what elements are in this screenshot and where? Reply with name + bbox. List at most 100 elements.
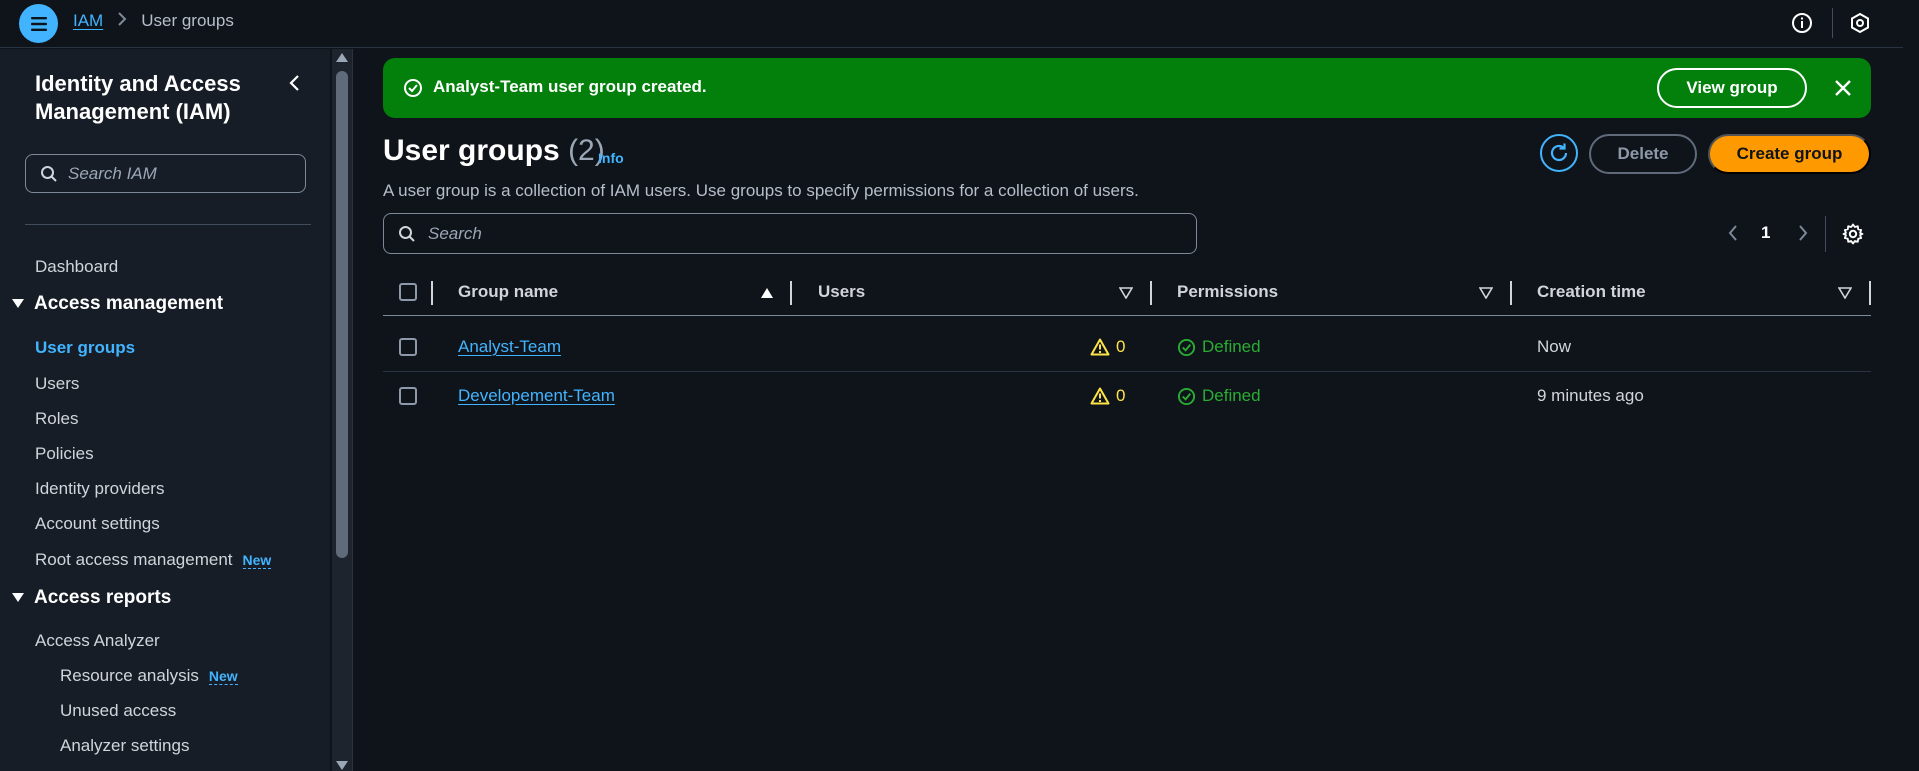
collapse-sidebar-icon[interactable] <box>282 71 306 95</box>
users-count-value: 0 <box>1116 386 1126 405</box>
sidebar-item-root-access[interactable]: Root access management New <box>35 550 272 570</box>
scroll-down-arrow[interactable] <box>336 761 348 770</box>
users-count: 0 <box>1090 337 1125 357</box>
group-name-link[interactable]: Analyst-Team <box>458 337 561 357</box>
breadcrumb: IAM User groups <box>73 11 234 31</box>
column-divider <box>431 281 433 305</box>
hamburger-icon <box>30 16 47 31</box>
scroll-up-arrow[interactable] <box>336 53 348 62</box>
sidebar-search-input[interactable] <box>68 163 288 184</box>
warning-icon <box>1090 387 1110 405</box>
column-divider <box>1869 281 1871 305</box>
close-icon[interactable] <box>1831 76 1855 100</box>
sidebar-item-identity-providers[interactable]: Identity providers <box>35 479 164 499</box>
sidebar-item-policies[interactable]: Policies <box>35 444 94 464</box>
sidebar-item-users[interactable]: Users <box>35 374 79 394</box>
flash-message: Analyst-Team user group created. <box>433 77 707 96</box>
sidebar-item-account-settings[interactable]: Account settings <box>35 514 160 534</box>
warning-icon <box>1090 338 1110 356</box>
table-row[interactable]: Analyst-Team 0 Defined Now <box>383 323 1871 372</box>
chevron-left-icon[interactable] <box>1722 222 1744 244</box>
check-circle-icon <box>1177 387 1196 405</box>
scroll-thumb[interactable] <box>336 71 348 558</box>
column-permissions[interactable]: Permissions <box>1177 282 1278 302</box>
row-checkbox[interactable] <box>399 387 417 405</box>
column-divider <box>1510 281 1512 305</box>
users-count-value: 0 <box>1116 337 1126 356</box>
success-flash: Analyst-Team user group created. View gr… <box>383 58 1871 118</box>
page-description: A user group is a collection of IAM user… <box>383 181 1139 200</box>
breadcrumb-current: User groups <box>141 11 234 30</box>
new-badge: New <box>208 668 238 685</box>
sidebar-item-label: Resource analysis <box>60 666 199 685</box>
users-count: 0 <box>1090 386 1125 406</box>
sidebar-item-dashboard[interactable]: Dashboard <box>35 257 118 277</box>
sort-icon[interactable] <box>1118 285 1134 301</box>
delete-button[interactable]: Delete <box>1589 134 1697 174</box>
sidebar-item-access-analyzer[interactable]: Access Analyzer <box>35 631 160 651</box>
sidebar-item-label: Root access management <box>35 550 233 569</box>
new-badge: New <box>242 552 272 569</box>
breadcrumb-iam-link[interactable]: IAM <box>73 11 103 31</box>
permissions-label: Defined <box>1202 386 1261 405</box>
chevron-right-icon <box>117 11 127 31</box>
info-icon[interactable] <box>1790 11 1814 35</box>
view-group-button[interactable]: View group <box>1657 68 1807 108</box>
table-search[interactable] <box>383 213 1197 254</box>
section-label: Access management <box>34 293 224 314</box>
table-header: Group name Users Permissions Creation ti… <box>383 272 1871 316</box>
group-name-link[interactable]: Developement-Team <box>458 386 615 406</box>
info-link[interactable]: Info <box>598 150 624 166</box>
pager-divider <box>1825 216 1826 252</box>
search-icon <box>41 165 57 182</box>
topbar-divider <box>1832 8 1833 38</box>
menu-button[interactable] <box>19 4 58 43</box>
page-title-text: User groups <box>383 134 560 167</box>
sidebar-item-resource-analysis[interactable]: Resource analysis New <box>60 666 238 686</box>
caret-down-icon <box>12 299 24 308</box>
top-bar: IAM User groups <box>0 0 1903 48</box>
page-number[interactable]: 1 <box>1761 223 1770 243</box>
column-divider <box>790 281 792 305</box>
select-all-checkbox[interactable] <box>399 283 417 301</box>
column-creation-time[interactable]: Creation time <box>1537 282 1646 302</box>
creation-time: Now <box>1537 337 1572 356</box>
permissions-label: Defined <box>1202 337 1261 356</box>
page-title: User groups (2) <box>383 134 605 168</box>
chevron-right-icon[interactable] <box>1792 222 1814 244</box>
search-icon <box>399 225 415 242</box>
check-circle-icon <box>1177 338 1196 356</box>
sidebar-scrollbar[interactable] <box>332 49 352 771</box>
row-checkbox[interactable] <box>399 338 417 356</box>
column-group-name[interactable]: Group name <box>458 282 558 302</box>
sort-ascending-icon[interactable] <box>759 285 775 301</box>
check-circle-icon <box>403 78 423 103</box>
section-access-management[interactable]: Access management <box>12 293 223 315</box>
sidebar-title: Identity and Access Management (IAM) <box>35 71 241 124</box>
sidebar-item-unused-access[interactable]: Unused access <box>60 701 176 721</box>
section-label: Access reports <box>34 587 172 608</box>
sort-icon[interactable] <box>1837 285 1853 301</box>
caret-down-icon <box>12 593 24 602</box>
permissions-status: Defined <box>1177 386 1261 406</box>
sidebar: Identity and Access Management (IAM) Das… <box>0 49 330 771</box>
column-divider <box>1150 281 1152 305</box>
section-access-reports[interactable]: Access reports <box>12 587 171 609</box>
sidebar-item-user-groups[interactable]: User groups <box>35 338 135 358</box>
refresh-button[interactable] <box>1540 134 1578 172</box>
sort-icon[interactable] <box>1478 285 1494 301</box>
creation-time: 9 minutes ago <box>1537 386 1644 405</box>
table-row[interactable]: Developement-Team 0 Defined 9 minutes ag… <box>383 372 1871 421</box>
sidebar-divider <box>25 224 311 225</box>
create-group-button[interactable]: Create group <box>1708 134 1871 174</box>
column-users[interactable]: Users <box>818 282 865 302</box>
gear-icon[interactable] <box>1841 222 1865 246</box>
table-search-input[interactable] <box>428 223 1168 244</box>
sidebar-item-analyzer-settings[interactable]: Analyzer settings <box>60 736 189 756</box>
refresh-icon <box>1550 143 1568 162</box>
settings-hexagon-icon[interactable] <box>1848 11 1872 35</box>
permissions-status: Defined <box>1177 337 1261 357</box>
sidebar-item-roles[interactable]: Roles <box>35 409 78 429</box>
main-edge <box>352 49 353 771</box>
sidebar-search[interactable] <box>25 154 306 193</box>
